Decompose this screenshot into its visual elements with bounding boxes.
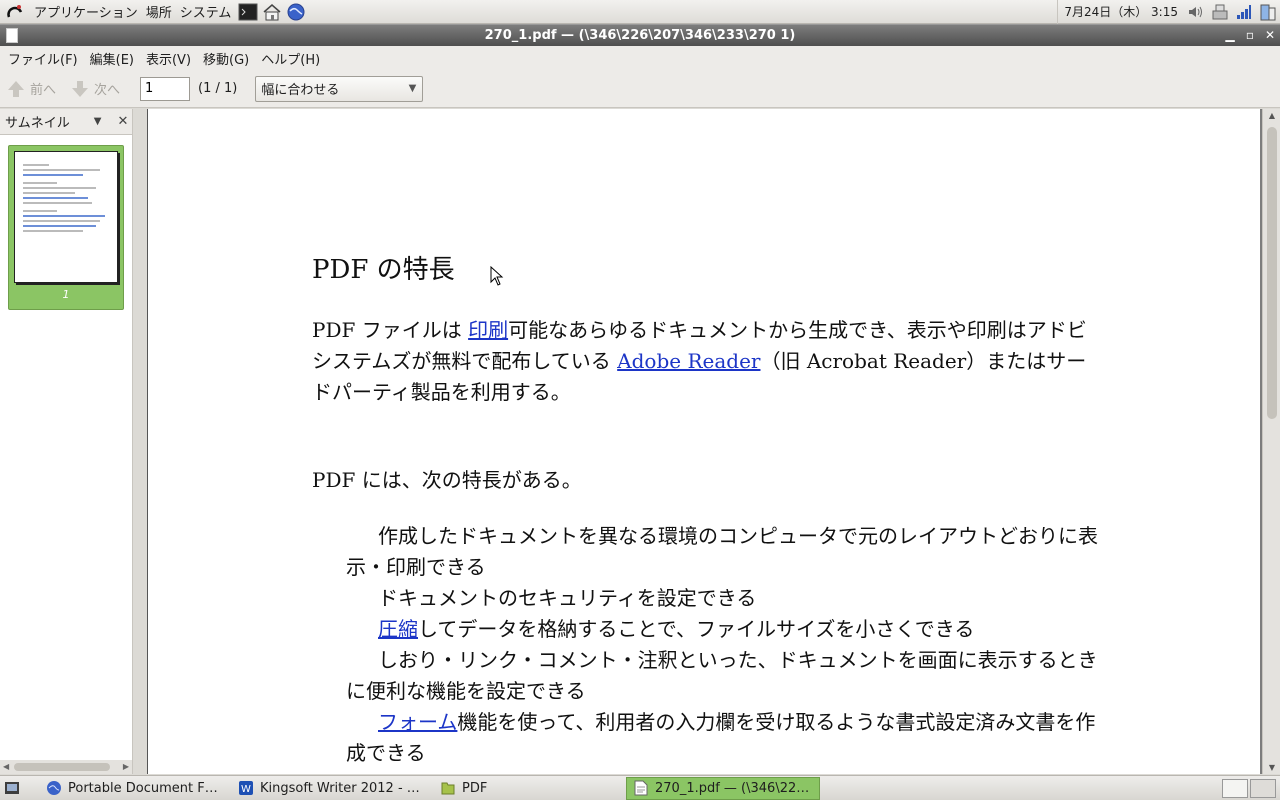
task-label: 270_1.pdf — (\346\22…	[655, 780, 810, 796]
thumbnail-preview	[14, 151, 118, 283]
feature-list: 作成したドキュメントを異なる環境のコンピュータで元のレイアウトどおりに表示・印刷…	[346, 521, 1102, 769]
close-button[interactable]: ✕	[1260, 25, 1280, 46]
battery-icon[interactable]	[1258, 2, 1278, 22]
document-vertical-scrollbar[interactable]: ▲ ▼	[1262, 109, 1280, 774]
sidebar-splitter[interactable]	[133, 109, 147, 774]
task-document-viewer[interactable]: 270_1.pdf — (\346\22…	[626, 776, 820, 800]
paragraph-2: PDF には、次の特長がある。	[312, 468, 582, 492]
list-item: 圧縮してデータを格納することで、ファイルサイズを小さくできる	[346, 614, 1102, 645]
arrow-down-icon	[72, 80, 89, 97]
list-item-text: しおり・リンク・コメント・注釈といった、ドキュメントを画面に表示するときに便利な…	[346, 648, 1098, 703]
task-kingsoft-writer[interactable]: W Kingsoft Writer 2012 - …	[232, 777, 428, 800]
task-label: Portable Document F…	[68, 780, 218, 796]
mouse-cursor-icon	[490, 266, 504, 286]
menubar: ファイル(F) 編集(E) 表示(V) 移動(G) ヘルプ(H)	[0, 46, 1280, 70]
list-item: フォーム機能を使って、利用者の入力欄を受け取るような書式設定済み文書を作成できる	[346, 707, 1102, 769]
document-scroll-thumb[interactable]	[1267, 127, 1277, 419]
show-desktop-button[interactable]	[0, 777, 34, 800]
system-menu[interactable]: システム	[176, 2, 236, 21]
page-count: (1 / 1)	[198, 81, 238, 96]
list-item-text: 機能を使って、利用者の入力欄を受け取るような書式設定済み文書を作成できる	[346, 710, 1096, 765]
prev-page-button[interactable]: 前へ	[6, 79, 56, 99]
zoom-select[interactable]: 幅に合わせる ▼	[255, 75, 424, 102]
prev-page-label: 前へ	[30, 83, 57, 98]
network-icon[interactable]	[1210, 2, 1230, 22]
page-thumbnail[interactable]: 1	[8, 145, 124, 310]
thumbnail-panel: 1	[0, 134, 132, 760]
list-item-text: 作成したドキュメントを異なる環境のコンピュータで元のレイアウトどおりに表示・印刷…	[346, 524, 1098, 579]
list-item: ドキュメントのセキュリティを設定できる	[346, 583, 1102, 614]
document-heading: PDF の特長	[312, 255, 455, 285]
zoom-select-value: 幅に合わせる	[261, 83, 340, 98]
task-label: Kingsoft Writer 2012 - …	[260, 780, 420, 796]
list-item: しおり・リンク・コメント・注釈といった、ドキュメントを画面に表示するときに便利な…	[346, 645, 1102, 707]
maximize-button[interactable]: ▫	[1240, 25, 1260, 46]
next-page-button[interactable]: 次へ	[70, 79, 120, 99]
taskbar: Portable Document F… W Kingsoft Writer 2…	[0, 775, 1280, 800]
clock[interactable]: 7月24日（木） 3:15	[1057, 0, 1184, 24]
task-pdf-folder[interactable]: PDF	[434, 777, 620, 800]
menu-help[interactable]: ヘルプ(H)	[255, 49, 326, 68]
window-titlebar[interactable]: 270_1.pdf — (\346\226\207\346\233\270 1)…	[0, 24, 1280, 46]
task-portable-document[interactable]: Portable Document F…	[40, 777, 226, 800]
scroll-up-icon[interactable]: ▲	[1263, 111, 1280, 120]
desktop-icon	[5, 782, 19, 794]
document-icon	[633, 780, 649, 796]
sidebar: サムネイル ▼ ✕ 1 ◀ ▶	[0, 109, 133, 774]
top-panel: アプリケーション 場所 システム 7月24日（木） 3:15	[0, 0, 1280, 24]
applications-menu[interactable]: アプリケーション	[30, 2, 142, 21]
toolbar: 前へ 次へ (1 / 1) 幅に合わせる ▼	[0, 70, 1280, 108]
menu-edit[interactable]: 編集(E)	[84, 49, 140, 68]
menu-file[interactable]: ファイル(F)	[2, 49, 84, 68]
sidebar-mode-dropdown-icon[interactable]: ▼	[94, 116, 102, 127]
link-compression[interactable]: 圧縮	[378, 617, 418, 641]
menu-view[interactable]: 表示(V)	[140, 49, 197, 68]
next-page-label: 次へ	[94, 83, 121, 98]
home-folder-icon[interactable]	[261, 1, 283, 23]
folder-icon	[440, 780, 456, 796]
globe-icon	[46, 780, 62, 796]
document-page: PDF の特長 PDF ファイルは 印刷可能なあらゆるドキュメントから生成でき、…	[147, 109, 1260, 774]
link-print[interactable]: 印刷	[468, 318, 508, 342]
minimize-button[interactable]: ▁	[1220, 25, 1240, 46]
signal-strength-icon[interactable]	[1234, 2, 1254, 22]
gnome-logo-icon[interactable]	[4, 1, 26, 23]
document-view[interactable]: PDF の特長 PDF ファイルは 印刷可能なあらゆるドキュメントから生成でき、…	[147, 109, 1262, 774]
workspace-2-icon[interactable]	[1250, 778, 1276, 798]
list-item-text: ドキュメントのセキュリティを設定できる	[378, 586, 757, 610]
writer-icon: W	[238, 780, 254, 796]
workspace-1-icon[interactable]	[1222, 778, 1248, 798]
thumbnail-page-label: 1	[62, 288, 70, 301]
p1-text-a: PDF ファイルは	[312, 318, 469, 342]
web-browser-icon[interactable]	[285, 1, 307, 23]
scroll-down-icon[interactable]: ▼	[1263, 763, 1280, 772]
sidebar-scroll-thumb[interactable]	[14, 763, 110, 771]
page-number-input[interactable]	[140, 76, 191, 101]
dropdown-arrow-icon: ▼	[408, 82, 417, 94]
volume-icon[interactable]	[1186, 2, 1206, 22]
paragraph-1: PDF ファイルは 印刷可能なあらゆるドキュメントから生成でき、表示や印刷はアド…	[312, 315, 1102, 408]
task-label: PDF	[462, 780, 488, 796]
window-title: 270_1.pdf — (\346\226\207\346\233\270 1)	[484, 28, 796, 43]
terminal-icon[interactable]	[237, 1, 259, 23]
svg-text:W: W	[241, 784, 251, 795]
sidebar-title: サムネイル	[5, 115, 70, 131]
sidebar-horizontal-scrollbar[interactable]: ◀ ▶	[0, 760, 132, 774]
scroll-left-icon[interactable]: ◀	[3, 760, 9, 774]
link-adobe-reader[interactable]: Adobe Reader	[617, 349, 760, 373]
list-item: 作成したドキュメントを異なる環境のコンピュータで元のレイアウトどおりに表示・印刷…	[346, 521, 1102, 583]
sidebar-close-icon[interactable]: ✕	[117, 114, 128, 129]
scroll-right-icon[interactable]: ▶	[123, 760, 129, 774]
link-form[interactable]: フォーム	[378, 710, 457, 734]
arrow-up-icon	[8, 80, 24, 97]
menu-go[interactable]: 移動(G)	[197, 49, 255, 68]
list-item-text: してデータを格納することで、ファイルサイズを小さくできる	[418, 617, 975, 641]
places-menu[interactable]: 場所	[142, 2, 176, 21]
